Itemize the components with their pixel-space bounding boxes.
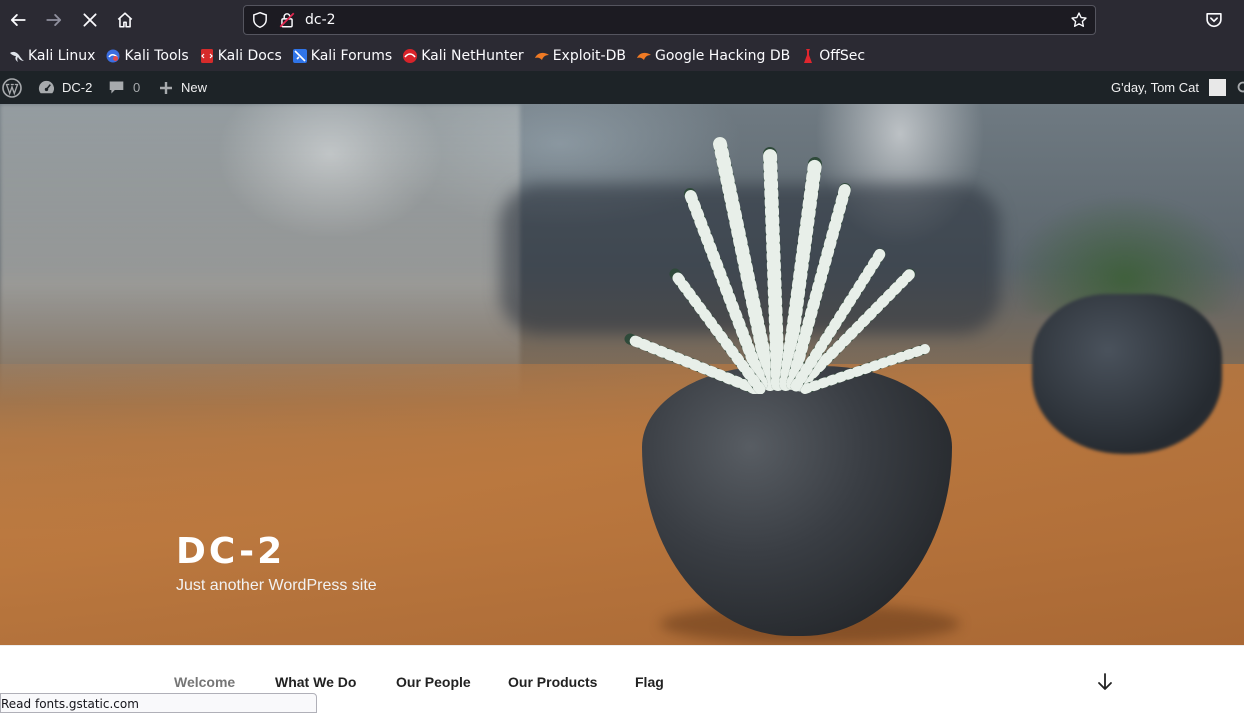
status-panel: Read fonts.gstatic.com [0, 693, 317, 713]
bookmark-label: Google Hacking DB [655, 48, 790, 64]
url-text[interactable]: dc-2 [305, 11, 336, 29]
exploit-db-icon [534, 48, 550, 64]
bookmark-label: Kali Linux [28, 48, 95, 64]
bookmark-google-hacking-db[interactable]: Google Hacking DB [631, 44, 795, 68]
user-greeting: G'day, Tom Cat [1111, 80, 1199, 95]
wp-admin-bar: DC-2 0 New G'day, Tom Cat [0, 71, 1244, 104]
kali-dragon-icon [9, 48, 25, 64]
insecure-lock-icon[interactable] [278, 11, 296, 29]
tracking-shield-icon[interactable] [251, 11, 269, 29]
kali-tools-icon [105, 48, 121, 64]
bookmark-label: Exploit-DB [553, 48, 626, 64]
new-content-menu[interactable]: New [158, 71, 207, 104]
forward-arrow-icon [45, 11, 63, 29]
ghdb-icon [636, 48, 652, 64]
bookmark-label: OffSec [819, 48, 865, 64]
wp-logo-menu[interactable] [2, 71, 22, 104]
address-bar[interactable]: dc-2 [243, 5, 1096, 35]
kali-forums-icon [292, 48, 308, 64]
back-button[interactable] [6, 8, 30, 32]
comments-count: 0 [133, 80, 140, 95]
site-name-menu[interactable]: DC-2 [37, 71, 92, 104]
nav-item-welcome[interactable]: Welcome [174, 674, 235, 690]
home-icon [116, 11, 134, 29]
bookmark-label: Kali NetHunter [421, 48, 523, 64]
stop-icon [81, 11, 99, 29]
bookmark-label: Kali Docs [218, 48, 282, 64]
bookmark-kali-docs[interactable]: Kali Docs [194, 44, 287, 68]
bookmark-star-icon[interactable] [1070, 11, 1088, 29]
new-label: New [181, 80, 207, 95]
forward-button[interactable] [42, 8, 66, 32]
kali-docs-icon [199, 48, 215, 64]
nav-item-our-products[interactable]: Our Products [508, 674, 597, 690]
bookmark-kali-tools[interactable]: Kali Tools [100, 44, 193, 68]
site-title[interactable]: DC-2 [176, 532, 285, 572]
back-arrow-icon [9, 11, 27, 29]
nethunter-icon [402, 48, 418, 64]
header-media: DC-2 Just another WordPress site [0, 104, 1244, 645]
search-icon [1236, 80, 1244, 96]
hero-succulent-plant [600, 134, 940, 394]
site-name: DC-2 [62, 80, 92, 95]
hero-background-pot [1032, 294, 1222, 454]
comment-bubble-icon [108, 79, 125, 96]
bookmark-kali-linux[interactable]: Kali Linux [4, 44, 100, 68]
home-button[interactable] [113, 8, 137, 32]
bookmarks-toolbar: Kali Linux Kali Tools Kali Docs Kali For… [0, 40, 1244, 71]
plus-icon [158, 80, 174, 96]
site-tagline: Just another WordPress site [176, 576, 377, 596]
hero-background-wall [0, 104, 520, 404]
bookmark-exploit-db[interactable]: Exploit-DB [529, 44, 631, 68]
browser-toolbar: dc-2 [0, 0, 1244, 40]
nav-item-what-we-do[interactable]: What We Do [275, 674, 356, 690]
pocket-icon[interactable] [1204, 10, 1224, 30]
nav-item-our-people[interactable]: Our People [396, 674, 471, 690]
stop-button[interactable] [78, 8, 102, 32]
avatar [1209, 79, 1226, 96]
wordpress-logo-icon [2, 78, 22, 98]
nav-item-flag[interactable]: Flag [635, 674, 664, 690]
admin-search[interactable] [1236, 71, 1244, 104]
bookmark-kali-nethunter[interactable]: Kali NetHunter [397, 44, 528, 68]
comments-menu[interactable]: 0 [108, 71, 140, 104]
offsec-icon [800, 48, 816, 64]
bookmark-offsec[interactable]: OffSec [795, 44, 870, 68]
dashboard-icon [37, 78, 56, 97]
bookmark-label: Kali Tools [124, 48, 188, 64]
bookmark-label: Kali Forums [311, 48, 392, 64]
bookmark-kali-forums[interactable]: Kali Forums [287, 44, 397, 68]
scroll-down-arrow-icon[interactable] [1095, 672, 1115, 692]
my-account-menu[interactable]: G'day, Tom Cat [1111, 71, 1226, 104]
